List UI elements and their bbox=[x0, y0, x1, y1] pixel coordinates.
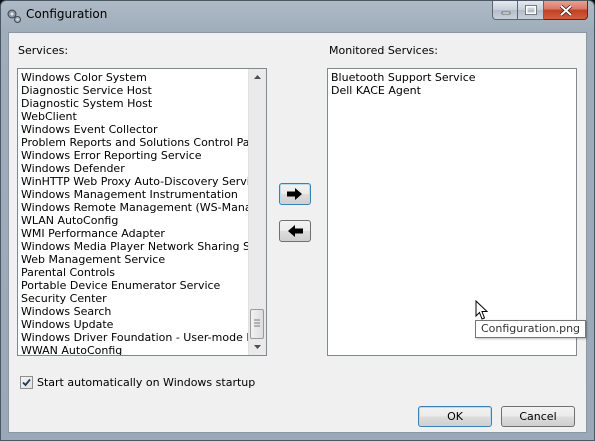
list-item[interactable]: WinHTTP Web Proxy Auto-Discovery Service bbox=[21, 175, 266, 188]
services-list: Windows Color System Diagnostic Service H… bbox=[21, 71, 266, 355]
dialog-client-area: Services: Monitored Services: Windows Co… bbox=[8, 32, 587, 433]
ok-button[interactable]: OK bbox=[418, 406, 492, 427]
maximize-button[interactable] bbox=[518, 1, 544, 20]
startup-checkbox[interactable] bbox=[20, 376, 33, 389]
scroll-down-arrow-icon bbox=[254, 345, 261, 349]
monitored-services-list: Bluetooth Support Service Dell KACE Agent bbox=[331, 71, 576, 97]
close-icon bbox=[559, 4, 573, 17]
add-to-monitored-button[interactable] bbox=[279, 183, 311, 205]
list-item[interactable]: Dell KACE Agent bbox=[331, 84, 576, 97]
services-scrollbar[interactable] bbox=[248, 69, 266, 355]
list-item[interactable]: WWAN AutoConfig bbox=[21, 344, 266, 355]
list-item[interactable]: Windows Management Instrumentation bbox=[21, 188, 266, 201]
list-item[interactable]: Windows Search bbox=[21, 305, 266, 318]
mouse-cursor-icon bbox=[475, 300, 489, 320]
list-item[interactable]: Security Center bbox=[21, 292, 266, 305]
list-item[interactable]: Windows Color System bbox=[21, 71, 266, 84]
list-item[interactable]: Diagnostic System Host bbox=[21, 97, 266, 110]
services-label: Services: bbox=[18, 44, 69, 57]
scroll-up-button[interactable] bbox=[249, 69, 266, 86]
gears-icon bbox=[6, 8, 22, 24]
list-item[interactable]: Windows Event Collector bbox=[21, 123, 266, 136]
grip-icon bbox=[254, 319, 260, 327]
list-item[interactable]: Problem Reports and Solutions Control Pa… bbox=[21, 136, 266, 149]
configuration-window: Configuration Services: Monitored Servic… bbox=[0, 0, 595, 441]
close-button[interactable] bbox=[544, 1, 588, 20]
monitored-services-listbox[interactable]: Bluetooth Support Service Dell KACE Agent bbox=[327, 68, 577, 356]
arrow-left-icon bbox=[288, 225, 303, 237]
minimize-button[interactable] bbox=[492, 1, 518, 20]
list-item[interactable]: WebClient bbox=[21, 110, 266, 123]
list-item[interactable]: Windows Update bbox=[21, 318, 266, 331]
list-item[interactable]: Parental Controls bbox=[21, 266, 266, 279]
list-item[interactable]: Web Management Service bbox=[21, 253, 266, 266]
list-item[interactable]: Windows Defender bbox=[21, 162, 266, 175]
list-item[interactable]: WMI Performance Adapter bbox=[21, 227, 266, 240]
list-item[interactable]: Windows Media Player Network Sharing Ser… bbox=[21, 240, 266, 253]
scroll-down-button[interactable] bbox=[249, 338, 266, 355]
list-item[interactable]: Windows Driver Foundation - User-mode Dr… bbox=[21, 331, 266, 344]
minimize-icon bbox=[501, 11, 511, 15]
list-item[interactable]: Windows Remote Management (WS-Manageme bbox=[21, 201, 266, 214]
tooltip: Configuration.png bbox=[475, 320, 587, 338]
startup-checkbox-label[interactable]: Start automatically on Windows startup bbox=[37, 376, 255, 389]
list-item[interactable]: Diagnostic Service Host bbox=[21, 84, 266, 97]
window-title: Configuration bbox=[26, 7, 108, 21]
arrow-right-icon bbox=[287, 188, 302, 200]
cancel-button[interactable]: Cancel bbox=[501, 406, 575, 427]
monitored-services-label: Monitored Services: bbox=[329, 44, 438, 57]
scroll-thumb[interactable] bbox=[250, 309, 264, 339]
list-item[interactable]: Windows Error Reporting Service bbox=[21, 149, 266, 162]
list-item[interactable]: Portable Device Enumerator Service bbox=[21, 279, 266, 292]
list-item[interactable]: Bluetooth Support Service bbox=[331, 71, 576, 84]
services-listbox[interactable]: Windows Color System Diagnostic Service H… bbox=[17, 68, 267, 356]
title-bar[interactable]: Configuration bbox=[1, 1, 594, 31]
remove-from-monitored-button[interactable] bbox=[279, 220, 311, 242]
caption-buttons bbox=[492, 1, 588, 20]
list-item[interactable]: WLAN AutoConfig bbox=[21, 214, 266, 227]
scroll-up-arrow-icon bbox=[254, 75, 261, 79]
maximize-icon bbox=[525, 5, 537, 15]
checkmark-icon bbox=[22, 378, 31, 387]
